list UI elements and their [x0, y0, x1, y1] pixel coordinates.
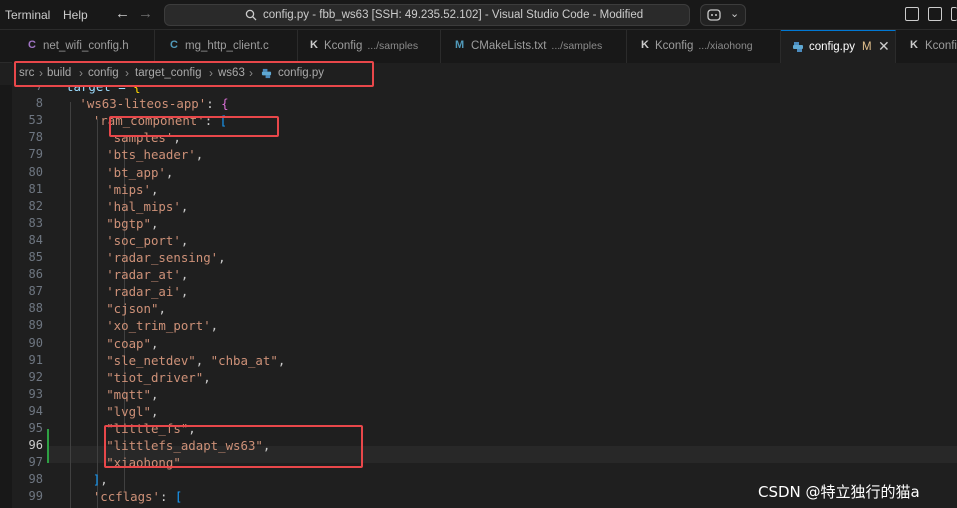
- c-file-icon: C: [28, 39, 36, 51]
- layout-sidebar-icon[interactable]: [928, 7, 942, 21]
- close-icon[interactable]: ✕: [878, 38, 890, 55]
- line-number: 88: [28, 301, 43, 316]
- tab-label: config.py: [809, 41, 856, 53]
- layout-panels-icon[interactable]: [905, 7, 919, 21]
- line-number: 95: [28, 421, 43, 435]
- code-line[interactable]: 'radar_at',: [106, 267, 188, 282]
- line-number: 96: [28, 438, 43, 453]
- line-number: 86: [28, 267, 43, 282]
- line-number: 94: [28, 403, 43, 418]
- annotation-box-ram-component: [109, 116, 279, 137]
- line-number: 93: [28, 386, 43, 401]
- code-line[interactable]: 'radar_sensing',: [106, 250, 225, 265]
- line-number: 85: [28, 250, 43, 264]
- line-number: 90: [28, 335, 43, 350]
- line-number: 78: [28, 130, 43, 145]
- editor-tabs: C net_wifi_config.h C mg_http_client.c K…: [0, 30, 957, 63]
- indent-guide: [70, 102, 71, 508]
- code-line[interactable]: 'soc_port',: [106, 233, 188, 248]
- forward-arrow-icon[interactable]: →: [138, 5, 153, 22]
- line-number: 79: [28, 147, 43, 162]
- annotation-box-littlefs: [104, 425, 363, 468]
- tab-kconfig-samples[interactable]: K Kconfig .../samples: [298, 30, 441, 63]
- command-center[interactable]: config.py - fbb_ws63 [SSH: 49.235.52.102…: [164, 4, 690, 26]
- line-number: 97: [28, 455, 43, 470]
- line-number: 53: [28, 113, 43, 128]
- code-line[interactable]: "coap",: [106, 336, 158, 351]
- layout-more-icon[interactable]: [951, 7, 957, 21]
- code-line[interactable]: 'ccflags': [: [93, 489, 183, 504]
- code-line[interactable]: "lvgl",: [106, 404, 158, 419]
- code-line[interactable]: 'radar_ai',: [106, 284, 188, 299]
- tab-net-wifi-config[interactable]: C net_wifi_config.h: [12, 30, 155, 63]
- modified-indicator: M: [862, 41, 872, 53]
- git-added-lines-marker: [47, 429, 49, 463]
- code-line[interactable]: "bgtp",: [106, 216, 158, 231]
- tab-label: Kconfig: [655, 40, 694, 52]
- copilot-button[interactable]: ⌄: [700, 4, 746, 26]
- code-line[interactable]: "mqtt",: [106, 387, 158, 402]
- line-number: 99: [28, 489, 43, 504]
- line-number: 8: [35, 96, 43, 111]
- copilot-icon: [707, 9, 721, 21]
- window-title: config.py - fbb_ws63 [SSH: 49.235.52.102…: [263, 9, 644, 21]
- line-number: 81: [28, 181, 43, 196]
- code-line[interactable]: 'ws63-liteos-app': {: [79, 96, 228, 111]
- chevron-down-icon[interactable]: ⌄: [730, 7, 739, 20]
- kconfig-file-icon: K: [310, 39, 318, 51]
- tab-mg-http-client[interactable]: C mg_http_client.c: [155, 30, 298, 63]
- code-line[interactable]: "cjson",: [106, 301, 166, 316]
- tab-kconfig-xiaohong[interactable]: K Kconfig .../xiaohong: [627, 30, 781, 63]
- line-number: 91: [28, 352, 43, 367]
- code-line[interactable]: 'mips',: [106, 182, 158, 197]
- tab-kconfig-more[interactable]: K Kconfi: [896, 30, 957, 63]
- code-line[interactable]: ],: [93, 472, 108, 487]
- code-line[interactable]: "tiot_driver",: [106, 370, 210, 385]
- activity-bar-strip: [0, 63, 12, 508]
- code-line[interactable]: 'hal_mips',: [106, 199, 188, 214]
- line-number: 80: [28, 164, 43, 179]
- search-icon: [245, 9, 257, 21]
- cmake-file-icon: M: [455, 39, 465, 51]
- back-arrow-icon[interactable]: ←: [115, 5, 130, 22]
- kconfig-file-icon: K: [910, 39, 918, 51]
- code-line[interactable]: "sle_netdev", "chba_at",: [106, 353, 285, 368]
- code-line[interactable]: 'xo_trim_port',: [106, 318, 218, 333]
- kconfig-file-icon: K: [641, 39, 649, 51]
- watermark: CSDN @特立独行的猫a: [758, 483, 920, 501]
- tab-label: CMakeLists.txt: [471, 40, 547, 52]
- tab-label: mg_http_client.c: [185, 40, 269, 52]
- tab-label: net_wifi_config.h: [43, 40, 129, 52]
- tab-description: .../samples: [551, 40, 603, 52]
- line-number: 92: [28, 369, 43, 384]
- tab-config-py[interactable]: config.py M ✕: [781, 30, 896, 63]
- line-number: 87: [28, 284, 43, 299]
- tab-label: Kconfig: [324, 40, 363, 52]
- tab-label: Kconfi: [925, 40, 957, 52]
- line-number: 82: [28, 198, 43, 213]
- indent-guide: [97, 119, 98, 508]
- python-file-icon: [793, 42, 803, 52]
- line-number: 98: [28, 472, 43, 487]
- menu-terminal[interactable]: Terminal: [5, 8, 50, 22]
- annotation-box-breadcrumb: [14, 61, 374, 87]
- tab-description: .../xiaohong: [698, 40, 753, 52]
- menu-help[interactable]: Help: [63, 8, 88, 22]
- line-number: 83: [28, 215, 43, 230]
- tab-cmakelists[interactable]: M CMakeLists.txt .../samples: [441, 30, 627, 63]
- code-line[interactable]: 'bts_header',: [106, 147, 203, 162]
- title-bar: Terminal Help ← → config.py - fbb_ws63 […: [0, 0, 957, 30]
- line-number: 89: [28, 318, 43, 333]
- line-number: 84: [28, 232, 43, 247]
- code-line[interactable]: 'bt_app',: [106, 165, 173, 180]
- c-file-icon: C: [170, 39, 178, 51]
- tab-description: .../samples: [367, 40, 419, 52]
